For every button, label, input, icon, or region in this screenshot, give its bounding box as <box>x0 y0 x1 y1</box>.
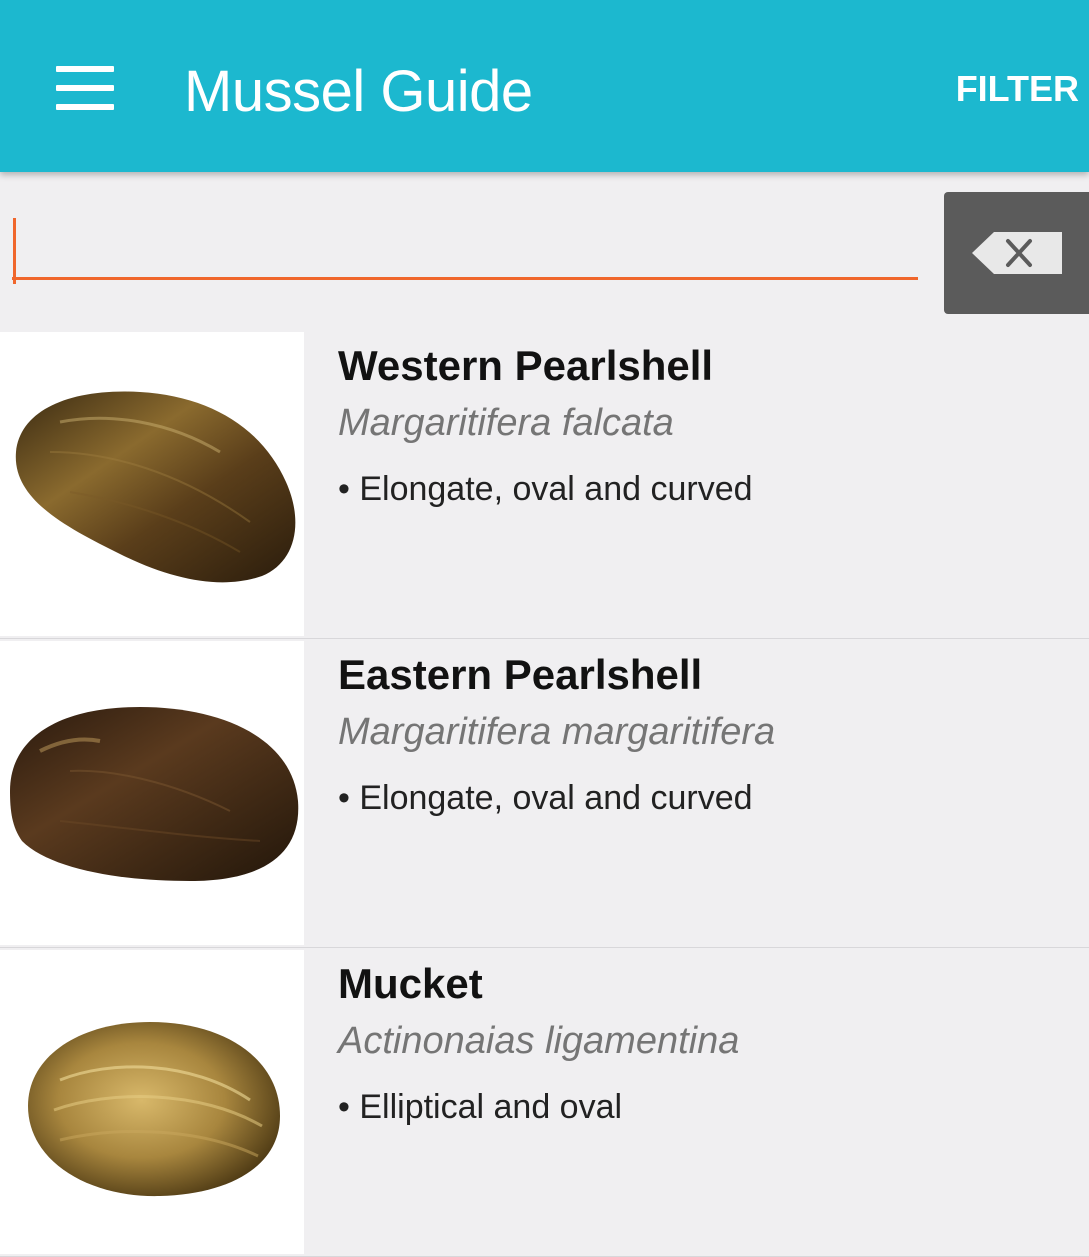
western-pearlshell-shell-image <box>0 332 304 636</box>
eastern-pearlshell-shell-image <box>0 641 304 945</box>
mucket-shell-image <box>0 950 304 1254</box>
hamburger-menu-icon[interactable] <box>56 66 116 112</box>
latin-name: Margaritifera falcata <box>338 402 674 444</box>
common-name: Mucket <box>338 960 483 1007</box>
search-bar <box>0 172 1089 330</box>
latin-name: Actinonaias ligamentina <box>338 1020 740 1062</box>
list-item-eastern-pearlshell[interactable]: Eastern Pearlshell Margaritifera margari… <box>0 639 1089 948</box>
search-input[interactable] <box>12 212 918 280</box>
list-item-western-pearlshell[interactable]: Western Pearlshell Margaritifera falcata… <box>0 330 1089 639</box>
shell-trait: • Elliptical and oval <box>338 1088 623 1126</box>
species-list: Western Pearlshell Margaritifera falcata… <box>0 330 1089 1257</box>
clear-search-button[interactable] <box>944 192 1089 314</box>
backspace-clear-icon <box>972 232 1062 274</box>
latin-name: Margaritifera margaritifera <box>338 711 776 753</box>
shell-trait: • Elongate, oval and curved <box>338 779 753 817</box>
shell-trait: • Elongate, oval and curved <box>338 470 753 508</box>
list-item-mucket[interactable]: Mucket Actinonaias ligamentina • Ellipti… <box>0 948 1089 1257</box>
app-title: Mussel Guide <box>184 59 533 124</box>
app-bar: Mussel Guide FILTER <box>0 0 1089 172</box>
common-name: Eastern Pearlshell <box>338 651 703 698</box>
filter-button[interactable]: FILTER <box>956 68 1079 110</box>
text-cursor <box>13 218 16 284</box>
common-name: Western Pearlshell <box>338 342 714 389</box>
